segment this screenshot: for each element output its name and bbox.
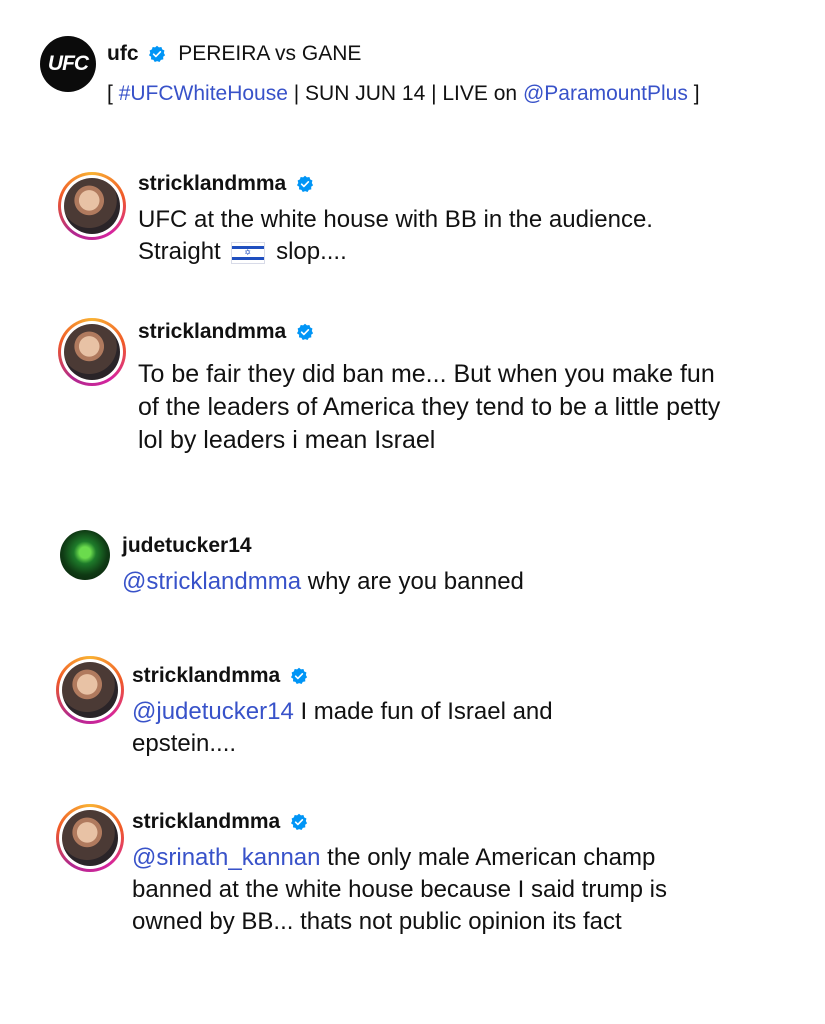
comment-text-part: why are you banned bbox=[307, 568, 524, 595]
comment-avatar[interactable] bbox=[56, 804, 124, 872]
comment-username[interactable]: judetucker14 bbox=[122, 534, 252, 558]
caption-bracket-close: ] bbox=[693, 82, 700, 105]
post-title: PEREIRA vs GANE bbox=[178, 42, 362, 65]
comment-username[interactable]: stricklandmma bbox=[132, 664, 280, 687]
comment-avatar[interactable] bbox=[58, 172, 126, 240]
comment-username[interactable]: stricklandmma bbox=[138, 172, 286, 195]
post-username[interactable]: ufc bbox=[107, 42, 139, 65]
comment-text: @stricklandmma why are you banned bbox=[122, 566, 762, 598]
verified-badge-icon bbox=[291, 668, 308, 685]
comment-username-row: stricklandmma bbox=[138, 320, 314, 344]
comment-avatar[interactable] bbox=[58, 318, 126, 386]
comment-username-row: stricklandmma bbox=[132, 810, 308, 834]
comment-text: To be fair they did ban me... But when y… bbox=[138, 360, 721, 454]
caption-mention-link[interactable]: @ParamountPlus bbox=[523, 82, 688, 105]
ufc-logo-text: UFC bbox=[47, 52, 89, 75]
comment-text: UFC at the white house with BB in the au… bbox=[138, 204, 778, 268]
comment-text: @srinath_kannan the only male American c… bbox=[132, 842, 722, 938]
comment-avatar[interactable] bbox=[56, 656, 124, 724]
comment-username-row: stricklandmma bbox=[132, 664, 308, 688]
comment-mention-link[interactable]: @srinath_kannan bbox=[132, 844, 320, 871]
verified-badge-icon bbox=[297, 176, 314, 193]
comment-text: @judetucker14 I made fun of Israel and e… bbox=[132, 696, 632, 760]
caption-bracket-open: [ bbox=[107, 82, 113, 105]
avatar bbox=[64, 324, 120, 380]
comment-username-row: stricklandmma bbox=[138, 172, 314, 196]
comment-line: Straight ✡ slop.... bbox=[138, 236, 778, 268]
ufc-avatar[interactable]: UFC bbox=[40, 36, 96, 92]
comment-mention-link[interactable]: @stricklandmma bbox=[122, 568, 301, 595]
comment-text-part: slop.... bbox=[276, 238, 347, 265]
comment-mention-link[interactable]: @judetucker14 bbox=[132, 698, 294, 725]
avatar[interactable] bbox=[60, 530, 110, 580]
comment-username[interactable]: stricklandmma bbox=[132, 810, 280, 833]
verified-badge-icon bbox=[297, 324, 314, 341]
comment-username[interactable]: stricklandmma bbox=[138, 320, 286, 343]
avatar bbox=[62, 810, 118, 866]
avatar bbox=[62, 662, 118, 718]
comment-line: UFC at the white house with BB in the au… bbox=[138, 206, 653, 233]
comment-text-part: Straight bbox=[138, 238, 221, 265]
avatar bbox=[64, 178, 120, 234]
caption-hashtag-link[interactable]: #UFCWhiteHouse bbox=[119, 82, 288, 105]
post-title-line: ufc PEREIRA vs GANE bbox=[107, 42, 361, 66]
israel-flag-icon: ✡ bbox=[231, 241, 266, 264]
verified-badge-icon bbox=[291, 814, 308, 831]
verified-badge-icon bbox=[149, 46, 166, 63]
post-caption: [ #UFCWhiteHouse | SUN JUN 14 | LIVE on … bbox=[107, 82, 700, 106]
caption-details: | SUN JUN 14 | LIVE on bbox=[293, 82, 518, 105]
